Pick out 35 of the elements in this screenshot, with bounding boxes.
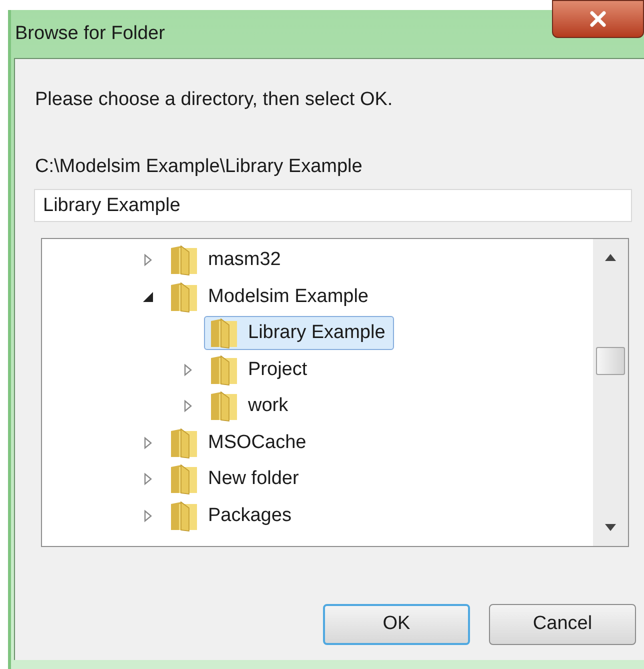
folder-icon	[169, 280, 199, 313]
folder-icon	[209, 317, 239, 350]
tree-item[interactable]: New folder	[164, 462, 308, 496]
tree-item[interactable]: Modelsim Example	[164, 280, 378, 314]
scroll-down-icon[interactable]	[605, 524, 616, 531]
instruction-text: Please choose a directory, then select OK.	[35, 88, 393, 112]
folder-icon	[209, 354, 239, 386]
expand-arrow-icon[interactable]	[142, 472, 154, 486]
collapse-arrow-icon[interactable]	[142, 290, 154, 304]
tree-item[interactable]: Library Example	[204, 316, 394, 350]
expand-arrow-icon[interactable]	[142, 253, 154, 268]
dialog-button[interactable]: Cancel	[489, 604, 636, 645]
tree-item[interactable]: MSOCache	[164, 426, 316, 460]
scrollbar[interactable]	[593, 239, 628, 546]
tree-item[interactable]: work	[204, 389, 298, 424]
tree-item[interactable]: masm32	[164, 243, 290, 278]
tree-item[interactable]: Project	[204, 352, 316, 387]
folder-icon	[169, 426, 199, 459]
folder-icon	[169, 500, 199, 532]
folder-icon	[209, 390, 239, 422]
expand-arrow-icon[interactable]	[182, 399, 194, 414]
close-icon	[589, 11, 607, 27]
folder-icon	[169, 244, 199, 276]
window-title: Browse for Folder	[15, 22, 165, 46]
folder-name-field[interactable]: Library Example	[34, 189, 632, 222]
expand-arrow-icon[interactable]	[182, 362, 194, 377]
scroll-up-icon[interactable]	[605, 254, 616, 261]
scroll-thumb[interactable]	[596, 347, 625, 375]
folder-icon	[169, 463, 199, 496]
dialog-button[interactable]: OK	[323, 604, 470, 645]
expand-arrow-icon[interactable]	[142, 436, 154, 450]
path-text: C:\Modelsim Example\Library Example	[35, 155, 362, 179]
close-button[interactable]	[552, 0, 644, 38]
expand-arrow-icon[interactable]	[142, 508, 154, 523]
tree-item[interactable]: Packages	[164, 498, 300, 533]
